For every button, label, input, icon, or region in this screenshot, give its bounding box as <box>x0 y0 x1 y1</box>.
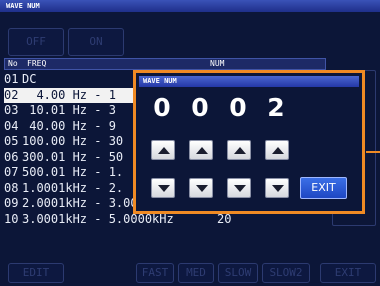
row-range: 100.00 Hz - 30 <box>22 134 124 148</box>
med-button[interactable]: MED <box>178 263 214 283</box>
digit-1: 0 <box>153 93 171 122</box>
row-no: 08 <box>4 180 19 195</box>
digit-1-up-button[interactable] <box>151 140 175 160</box>
digit-3-up-button[interactable] <box>227 140 251 160</box>
row-range: 500.01 Hz - 1. <box>22 165 124 179</box>
slow2-button[interactable]: SLOW2 <box>262 263 310 283</box>
edit-button[interactable]: EDIT <box>8 263 64 283</box>
fast-button[interactable]: FAST <box>136 263 174 283</box>
row-range: 10.01 Hz - 3 <box>22 103 116 117</box>
digit-1-down-button[interactable] <box>151 178 175 198</box>
on-button[interactable]: ON <box>68 28 124 56</box>
digit-3: 0 <box>229 93 247 122</box>
bottom-exit-button[interactable]: EXIT <box>320 263 376 283</box>
dialog-title: WAVE NUM <box>139 76 359 87</box>
header-num: NUM <box>210 59 225 68</box>
row-no: 06 <box>4 149 19 164</box>
row-range: 4.00 Hz - 1 <box>22 87 116 102</box>
down-arrow-icon <box>196 185 208 192</box>
up-arrow-icon <box>234 147 246 154</box>
header-freq: FREQ <box>27 59 47 68</box>
row-no: 04 <box>4 118 19 133</box>
up-arrow-icon <box>196 147 208 154</box>
digit-2: 0 <box>191 93 209 122</box>
wave-num-dialog: WAVE NUM 0 0 0 2 EXIT <box>133 70 365 214</box>
row-no: 03 <box>4 103 19 117</box>
slow-button[interactable]: SLOW <box>218 263 258 283</box>
row-no: 05 <box>4 134 19 148</box>
row-range: 300.01 Hz - 50 <box>22 149 124 164</box>
row-no: 10 <box>4 211 19 226</box>
table-header: No FREQ NUM <box>4 58 326 70</box>
callout-line <box>366 151 380 153</box>
down-arrow-icon <box>272 185 284 192</box>
row-no: 02 <box>4 87 19 102</box>
up-arrow-icon <box>158 147 170 154</box>
row-no: 01 <box>4 72 19 86</box>
off-button[interactable]: OFF <box>8 28 64 56</box>
row-no: 09 <box>4 196 19 210</box>
digit-4-up-button[interactable] <box>265 140 289 160</box>
table-row-selected[interactable]: 02 4.00 Hz - 1 <box>4 87 134 103</box>
dialog-exit-button[interactable]: EXIT <box>300 177 347 199</box>
row-range: 1.0001kHz - 2. <box>22 180 124 195</box>
row-range: 40.00 Hz - 9 <box>22 118 116 133</box>
row-no: 07 <box>4 165 19 179</box>
digit-4: 2 <box>267 93 285 122</box>
up-arrow-icon <box>272 147 284 154</box>
down-arrow-icon <box>234 185 246 192</box>
header-no: No <box>8 59 18 68</box>
digit-2-up-button[interactable] <box>189 140 213 160</box>
digit-4-down-button[interactable] <box>265 178 289 198</box>
down-arrow-icon <box>158 185 170 192</box>
digit-3-down-button[interactable] <box>227 178 251 198</box>
window-title: WAVE NUM <box>0 0 380 12</box>
digit-2-down-button[interactable] <box>189 178 213 198</box>
row-range: DC <box>22 72 37 86</box>
